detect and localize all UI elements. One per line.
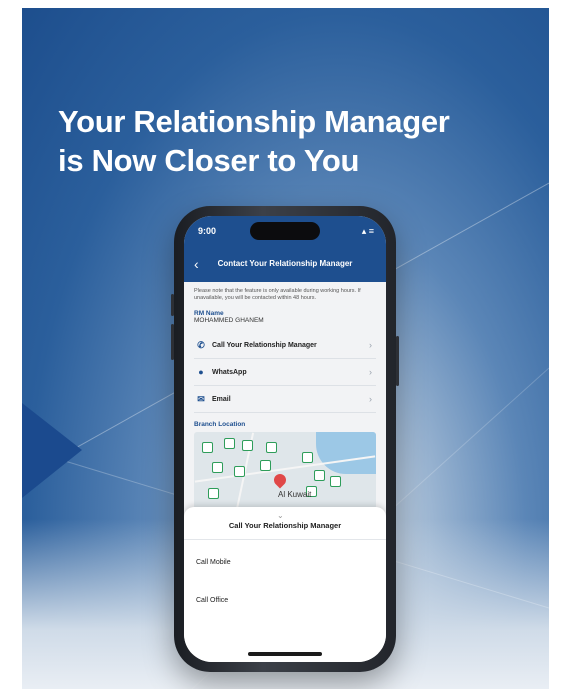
phone-volume-button [171, 294, 174, 316]
branch-map[interactable]: Al Kuwait [194, 432, 376, 510]
branch-marker-icon[interactable] [202, 442, 213, 453]
branch-marker-icon[interactable] [242, 440, 253, 451]
rm-name-value: MOHAMMED GHANEM [194, 317, 264, 324]
sheet-grabber-icon[interactable]: ⌄ [277, 511, 284, 520]
blue-triangle-shape [22, 403, 82, 498]
branch-marker-icon[interactable] [314, 470, 325, 481]
screen-title: Contact Your Relationship Manager [217, 259, 353, 268]
call-office-option[interactable]: Call Office [196, 597, 228, 604]
selected-location-pin-icon[interactable] [271, 471, 289, 489]
branch-marker-icon[interactable] [234, 466, 245, 477]
call-rm-label: Call Your Relationship Manager [212, 341, 317, 349]
phone-mockup: 9:00 ▴ ≡ ‹ Contact Your Relationship Man… [171, 206, 399, 672]
phone-volume-button [171, 324, 174, 360]
chevron-right-icon: › [369, 394, 372, 404]
call-options-sheet: ⌄ Call Your Relationship Manager Call Mo… [184, 507, 386, 662]
dynamic-island [250, 222, 320, 240]
branch-marker-icon[interactable] [266, 442, 277, 453]
branch-location-label: Branch Location [194, 421, 246, 428]
call-rm-option[interactable]: ✆ Call Your Relationship Manager › [194, 332, 376, 359]
availability-note: Please note that the feature is only ava… [194, 288, 361, 301]
chevron-right-icon: › [369, 367, 372, 377]
nav-bar: ‹ Contact Your Relationship Manager [184, 246, 386, 282]
email-icon: ✉ [197, 393, 205, 404]
branch-marker-icon[interactable] [260, 460, 271, 471]
phone-icon: ✆ [197, 339, 205, 350]
status-icons: ▴ ≡ [361, 226, 374, 236]
promo-poster: Your Relationship Manager is Now Closer … [22, 8, 549, 689]
headline-line-2: is Now Closer to You [58, 143, 360, 178]
email-option[interactable]: ✉ Email › [194, 386, 376, 413]
phone-screen: 9:00 ▴ ≡ ‹ Contact Your Relationship Man… [184, 216, 386, 662]
branch-marker-icon[interactable] [330, 476, 341, 487]
status-time: 9:00 [198, 226, 217, 236]
email-label: Email [212, 395, 231, 403]
sheet-divider [184, 539, 386, 540]
branch-marker-icon[interactable] [212, 462, 223, 473]
contact-content: Please note that the feature is only ava… [194, 288, 376, 510]
branch-marker-icon[interactable] [302, 452, 313, 463]
chevron-right-icon: › [369, 340, 372, 350]
whatsapp-label: WhatsApp [212, 368, 247, 376]
headline-line-1: Your Relationship Manager [58, 104, 450, 139]
rm-name-label: RM Name [194, 310, 224, 317]
whatsapp-icon: ● [198, 367, 204, 377]
branch-marker-icon[interactable] [224, 438, 235, 449]
branch-marker-icon[interactable] [208, 488, 219, 499]
sheet-title: Call Your Relationship Manager [228, 521, 342, 530]
map-area-label: Al Kuwait [278, 490, 312, 499]
call-mobile-option[interactable]: Call Mobile [196, 559, 231, 566]
whatsapp-option[interactable]: ● WhatsApp › [194, 359, 376, 386]
phone-power-button [396, 336, 399, 386]
map-water [316, 432, 376, 474]
home-indicator [248, 652, 322, 656]
status-bar: 9:00 ▴ ≡ [184, 216, 386, 246]
headline: Your Relationship Manager is Now Closer … [58, 102, 450, 180]
